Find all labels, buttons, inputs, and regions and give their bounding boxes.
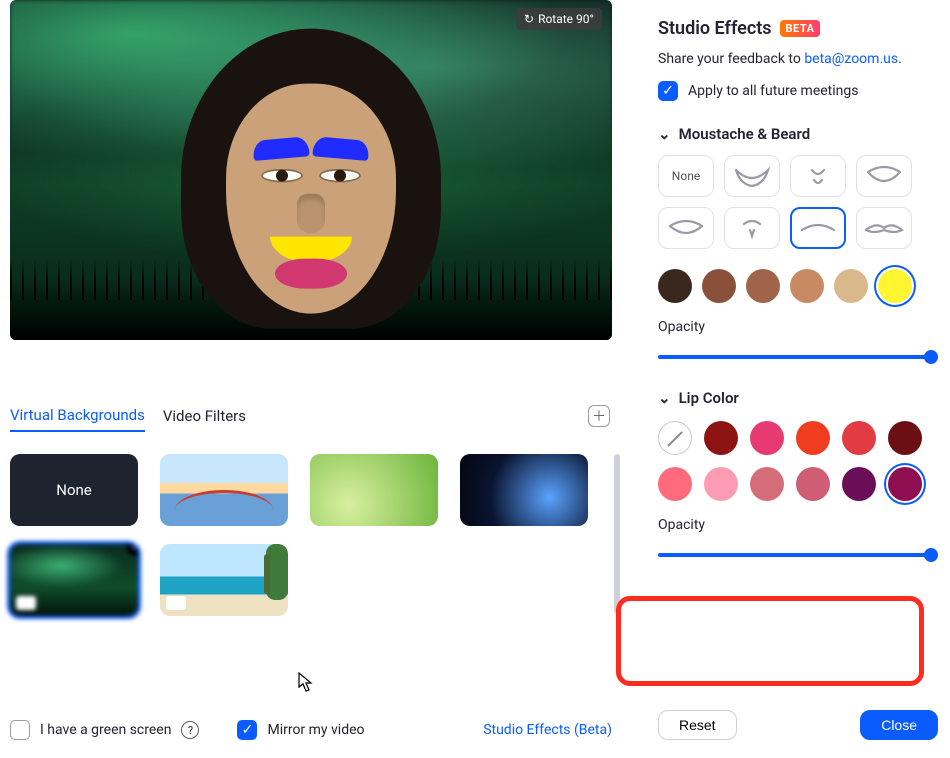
feedback-text: Share your feedback to beta@zoom.us. <box>658 51 938 67</box>
lip-opacity-label: Opacity <box>658 517 938 533</box>
lip-color-11[interactable] <box>888 467 922 501</box>
video-badge-icon <box>166 596 186 610</box>
bg-option-none[interactable]: None <box>10 454 138 526</box>
beard-shape-icon <box>864 164 904 188</box>
beard-none-label: None <box>672 169 700 183</box>
bg-option-aurora[interactable]: ✕ <box>10 544 138 616</box>
beard-shape-icon <box>666 216 706 240</box>
lip-color-8[interactable] <box>750 467 784 501</box>
panel-title: Studio Effects <box>658 18 772 39</box>
section-lip-title: Lip Color <box>679 389 739 407</box>
bg-option-bridge[interactable] <box>160 454 288 526</box>
beard-option-none[interactable]: None <box>658 155 714 197</box>
lip-color-1[interactable] <box>704 421 738 455</box>
beard-color-0[interactable] <box>658 269 692 303</box>
section-lip-toggle[interactable]: ⌄ Lip Color <box>658 389 938 407</box>
bg-option-grass[interactable] <box>310 454 438 526</box>
cursor-icon <box>298 672 314 696</box>
bg-option-beach[interactable] <box>160 544 288 616</box>
lip-color-none[interactable] <box>658 421 692 455</box>
beard-shape-icon <box>732 216 772 240</box>
video-preview: ↻ Rotate 90° <box>10 0 612 340</box>
beard-color-4[interactable] <box>834 269 868 303</box>
apply-all-checkbox[interactable] <box>658 81 678 101</box>
plus-icon: ＋ <box>592 406 606 426</box>
remove-background-button[interactable]: ✕ <box>126 544 138 556</box>
beard-shape-icon <box>798 164 838 188</box>
lip-color-4[interactable] <box>842 421 876 455</box>
beard-shape-icon <box>732 164 772 188</box>
green-screen-label: I have a green screen <box>40 722 171 738</box>
beard-option-4[interactable] <box>658 207 714 249</box>
rotate-icon: ↻ <box>524 12 534 26</box>
rotate-label: Rotate 90° <box>538 12 594 26</box>
beard-option-2[interactable] <box>790 155 846 197</box>
beard-color-2[interactable] <box>746 269 780 303</box>
chevron-down-icon: ⌄ <box>658 125 671 143</box>
moustache-opacity-slider[interactable] <box>658 349 938 365</box>
reset-button[interactable]: Reset <box>658 710 737 740</box>
mirror-video-label: Mirror my video <box>267 722 364 738</box>
background-thumbnails: None ✕ <box>10 454 610 616</box>
beard-option-6[interactable] <box>790 207 846 249</box>
tab-video-filters[interactable]: Video Filters <box>163 401 246 431</box>
moustache-opacity-label: Opacity <box>658 319 938 335</box>
lip-color-10[interactable] <box>842 467 876 501</box>
tab-virtual-backgrounds[interactable]: Virtual Backgrounds <box>10 400 145 432</box>
lip-color-7[interactable] <box>704 467 738 501</box>
beard-option-7[interactable] <box>856 207 912 249</box>
feedback-prefix: Share your feedback to <box>658 51 804 67</box>
beard-color-5[interactable] <box>878 269 912 303</box>
apply-all-label: Apply to all future meetings <box>688 83 858 99</box>
studio-effects-link[interactable]: Studio Effects (Beta) <box>483 722 612 738</box>
beta-badge: BETA <box>780 20 821 37</box>
green-screen-checkbox[interactable] <box>10 720 30 740</box>
section-moustache-title: Moustache & Beard <box>679 125 811 143</box>
lip-color-3[interactable] <box>796 421 830 455</box>
mirror-video-checkbox[interactable] <box>237 720 257 740</box>
beard-color-3[interactable] <box>790 269 824 303</box>
lip-opacity-slider[interactable] <box>658 547 938 563</box>
beard-option-5[interactable] <box>724 207 780 249</box>
close-button[interactable]: Close <box>860 710 938 740</box>
lip-color-6[interactable] <box>658 467 692 501</box>
beard-option-1[interactable] <box>724 155 780 197</box>
section-moustache-toggle[interactable]: ⌄ Moustache & Beard <box>658 125 938 143</box>
tutorial-highlight <box>616 596 924 686</box>
lip-color-5[interactable] <box>888 421 922 455</box>
feedback-email-link[interactable]: beta@zoom.us <box>804 51 898 67</box>
bg-option-space[interactable] <box>460 454 588 526</box>
video-badge-icon <box>16 596 36 610</box>
chevron-down-icon: ⌄ <box>658 389 671 407</box>
bg-none-label: None <box>56 481 92 499</box>
beard-shape-icon <box>798 216 838 240</box>
beard-option-3[interactable] <box>856 155 912 197</box>
add-background-button[interactable]: ＋ <box>588 405 610 427</box>
lip-color-9[interactable] <box>796 467 830 501</box>
help-icon[interactable]: ? <box>181 721 199 739</box>
scrollbar[interactable] <box>614 454 620 614</box>
beard-color-1[interactable] <box>702 269 736 303</box>
lip-color-2[interactable] <box>750 421 784 455</box>
rotate-button[interactable]: ↻ Rotate 90° <box>516 8 602 30</box>
beard-shape-icon <box>864 216 904 240</box>
